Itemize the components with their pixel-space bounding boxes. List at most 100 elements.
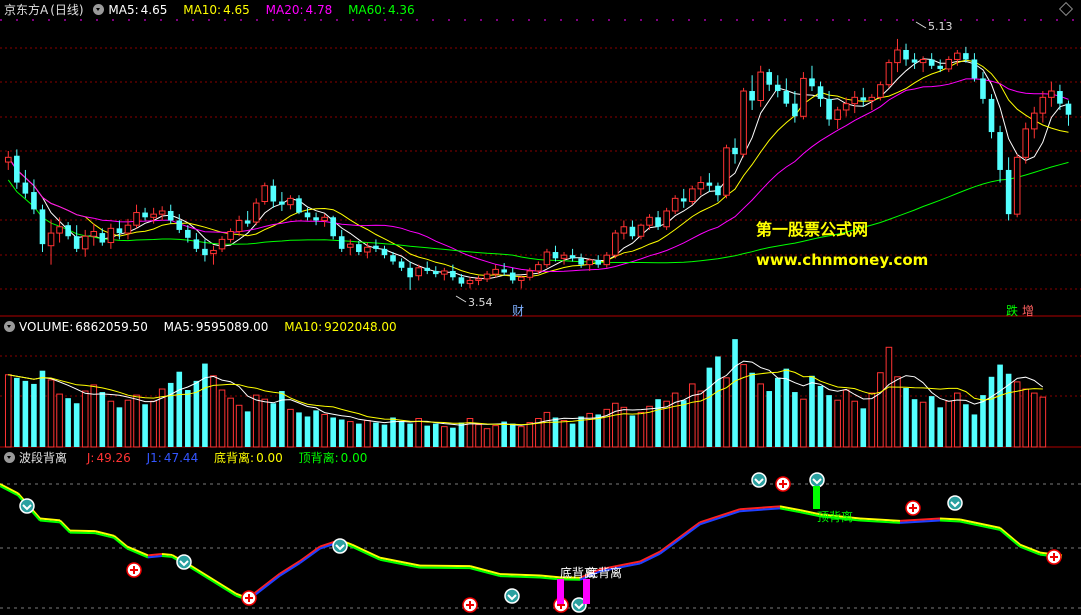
candle-body xyxy=(826,98,832,120)
candle-body xyxy=(783,91,790,104)
chart-canvas xyxy=(0,19,1081,613)
candle-body xyxy=(954,52,961,60)
candle-body xyxy=(1039,96,1047,114)
j-line xyxy=(999,527,1021,546)
volume-bar xyxy=(954,392,961,448)
volume-bar xyxy=(99,392,106,447)
j1-line xyxy=(351,545,381,561)
candle-body xyxy=(81,235,89,250)
volume-bar xyxy=(868,392,876,448)
candle-body xyxy=(364,246,371,253)
candle-body xyxy=(723,147,730,196)
candle-body xyxy=(646,216,653,226)
volume-bar xyxy=(364,420,371,448)
volume-bar xyxy=(877,372,884,448)
j-line xyxy=(659,521,701,553)
ma20-line xyxy=(7,78,1069,273)
volume-bar xyxy=(458,422,465,447)
volume-bar xyxy=(749,372,755,447)
volume-bar xyxy=(492,425,499,448)
volume-bar xyxy=(218,389,226,448)
volume-bar xyxy=(142,404,148,447)
volume-bar xyxy=(792,392,798,447)
volume-bar xyxy=(680,400,687,447)
volume-bar xyxy=(31,383,37,447)
volume-bar xyxy=(202,363,208,447)
volume-bar xyxy=(509,423,516,447)
candle-body xyxy=(612,232,619,256)
volume-bar xyxy=(1022,388,1030,448)
candle-body xyxy=(501,269,507,273)
watermark-url: www.chnmoney.com xyxy=(756,251,929,269)
candle-body xyxy=(142,212,148,218)
cai-marker: 财 xyxy=(512,304,525,318)
volume-bar xyxy=(697,390,705,448)
j-line xyxy=(161,553,173,556)
volume-bar xyxy=(911,399,918,447)
j1-line xyxy=(189,566,237,597)
sell-signal-icon xyxy=(19,498,35,514)
volume-bar xyxy=(398,421,405,447)
candle-body xyxy=(124,224,132,234)
volume-bar xyxy=(407,423,413,447)
candle-body xyxy=(356,244,362,253)
indicator-lines xyxy=(0,483,1063,602)
candle-body xyxy=(398,261,405,268)
volume-bar xyxy=(809,375,815,447)
volume-bar xyxy=(150,400,157,448)
candle-body xyxy=(997,132,1003,170)
candle-body xyxy=(945,58,953,70)
j-line xyxy=(147,553,163,557)
candle-body xyxy=(296,198,302,213)
volume-bar xyxy=(313,410,319,447)
candle-body xyxy=(450,270,456,278)
j1-line xyxy=(939,519,961,523)
j1-line xyxy=(126,547,149,559)
volume-bar xyxy=(330,417,336,447)
volume-bar xyxy=(706,367,713,447)
volume-bar xyxy=(1030,392,1038,448)
candle-body xyxy=(210,249,217,255)
candle-body xyxy=(218,238,226,250)
high-price-arrow xyxy=(915,21,927,29)
candle-body xyxy=(688,188,696,203)
candle-body xyxy=(116,228,123,234)
candle-body xyxy=(535,264,542,272)
candle-body xyxy=(569,255,576,259)
candle-body xyxy=(834,109,841,120)
candle-body xyxy=(39,209,46,245)
candle-body xyxy=(552,252,559,259)
j-line xyxy=(351,543,381,559)
volume-bar xyxy=(261,398,269,448)
candle-body xyxy=(851,96,859,105)
candle-body xyxy=(244,220,251,224)
volume-bar xyxy=(800,398,807,448)
ma-lines xyxy=(7,58,1069,280)
high-price-label: 5.13 xyxy=(928,20,953,33)
volume-bar xyxy=(432,423,439,447)
candle-body xyxy=(877,84,884,98)
volume-bar xyxy=(637,411,645,448)
candle-body xyxy=(885,62,893,86)
volume-bar xyxy=(851,400,859,448)
candle-body xyxy=(543,251,551,266)
bottom-divergence-bar xyxy=(557,579,564,604)
candle-body xyxy=(65,225,71,237)
volume-bar xyxy=(757,383,764,448)
candle-body xyxy=(202,248,208,256)
candle-body xyxy=(842,103,850,111)
volume-bar xyxy=(14,377,20,447)
volume-bar xyxy=(560,420,568,448)
candle-body xyxy=(338,236,345,249)
candle-body xyxy=(517,276,525,281)
volume-bar xyxy=(227,397,234,448)
volume-bar xyxy=(885,346,893,448)
volume-bar xyxy=(107,400,115,448)
volume-bar xyxy=(919,401,927,448)
volume-bar xyxy=(997,364,1003,447)
volume-bar xyxy=(270,403,277,447)
volume-bar xyxy=(56,393,63,448)
volume-bar xyxy=(971,414,978,447)
candle-body xyxy=(407,267,413,278)
candle-body xyxy=(578,258,584,265)
